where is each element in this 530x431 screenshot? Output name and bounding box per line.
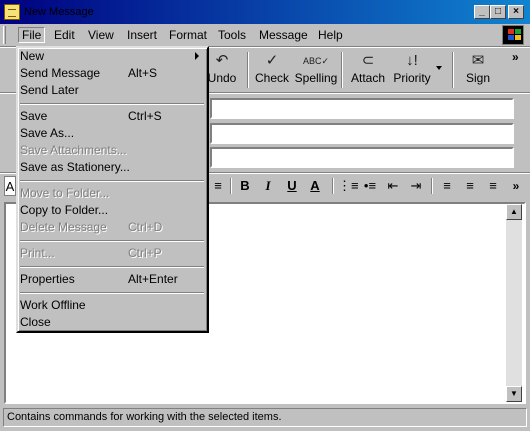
attach-button[interactable]: ⊂ Attach <box>346 51 390 89</box>
menu-separator <box>20 240 204 242</box>
menuitem-delete-message: Delete Message Ctrl+D <box>20 220 163 234</box>
toolbar-overflow-icon[interactable]: » <box>512 50 519 64</box>
align-left-icon[interactable]: ≡ <box>438 176 456 196</box>
subject-field[interactable] <box>210 147 514 168</box>
menuitem-save-as[interactable]: Save As... <box>20 125 190 142</box>
maximize-button[interactable]: □ <box>490 5 506 19</box>
submenu-arrow-icon <box>195 52 199 60</box>
format-separator <box>332 178 334 194</box>
menu-format[interactable]: Format <box>166 27 210 43</box>
spelling-button[interactable]: ABC✓ Spelling <box>294 51 338 89</box>
bold-button[interactable]: B <box>236 176 254 196</box>
menu-separator <box>20 292 204 294</box>
new-message-icon <box>4 4 20 20</box>
menu-edit[interactable]: Edit <box>51 27 78 43</box>
close-button[interactable]: × <box>508 5 524 19</box>
priority-icon: ↓! <box>406 52 418 69</box>
menuitem-save-attachments: Save Attachments... <box>20 143 127 157</box>
underline-button[interactable]: U <box>283 176 301 196</box>
priority-button[interactable]: ↓! Priority <box>390 51 434 89</box>
scroll-down-icon[interactable]: ▼ <box>506 386 522 402</box>
window-title: New Message <box>24 6 94 18</box>
paperclip-icon: ⊂ <box>361 52 375 69</box>
numbered-list-icon[interactable]: ⋮≡ <box>338 176 359 196</box>
font-color-button[interactable]: A <box>306 176 324 196</box>
menuitem-save-as-stationery[interactable]: Save as Stationery... <box>20 159 190 176</box>
minimize-button[interactable]: _ <box>474 5 490 19</box>
menu-separator <box>20 180 204 182</box>
menu-separator <box>20 103 204 105</box>
scroll-up-icon[interactable]: ▲ <box>506 204 522 220</box>
decrease-indent-icon[interactable]: ⇤ <box>384 176 402 196</box>
menu-help[interactable]: Help <box>315 27 346 43</box>
font-name-box[interactable]: A <box>4 176 16 196</box>
menuitem-print: Print... Ctrl+P <box>20 246 162 260</box>
menuitem-copy-to-folder[interactable]: Copy to Folder... <box>20 202 190 219</box>
menuitem-properties[interactable]: Properties Alt+Enter <box>20 271 190 288</box>
check-button[interactable]: ✓ Check <box>250 51 294 89</box>
cc-field[interactable] <box>210 123 514 144</box>
italic-button[interactable]: I <box>259 176 277 196</box>
menu-view[interactable]: View <box>85 27 117 43</box>
bullet-list-icon[interactable]: •≡ <box>361 176 379 196</box>
toolbar-separator <box>247 52 249 88</box>
menu-tools[interactable]: Tools <box>215 27 249 43</box>
vertical-scrollbar[interactable]: ▲ ▼ <box>506 204 522 402</box>
menuitem-send-message[interactable]: Send Message Alt+S <box>20 65 190 82</box>
format-separator <box>431 178 433 194</box>
menuitem-save[interactable]: Save Ctrl+S <box>20 108 190 125</box>
menubar-grip[interactable] <box>3 26 6 44</box>
menuitem-new[interactable]: New <box>20 48 190 65</box>
windows-logo-icon <box>502 25 524 45</box>
check-names-icon: ✓ <box>265 52 279 69</box>
menu-separator <box>20 266 204 268</box>
menuitem-work-offline[interactable]: Work Offline <box>20 297 190 314</box>
sign-envelope-icon: ✉ <box>471 52 485 69</box>
to-field[interactable] <box>210 98 514 119</box>
sign-button[interactable]: ✉ Sign <box>456 51 500 89</box>
priority-dropdown-icon[interactable] <box>436 66 442 70</box>
menuitem-move-to-folder: Move to Folder... <box>20 186 110 200</box>
align-center-icon[interactable]: ≡ <box>461 176 479 196</box>
align-right-icon[interactable]: ≡ <box>484 176 502 196</box>
increase-indent-icon[interactable]: ⇥ <box>407 176 425 196</box>
menuitem-close[interactable]: Close <box>20 314 190 331</box>
status-bar: Contains commands for working with the s… <box>3 408 527 427</box>
menu-insert[interactable]: Insert <box>124 27 160 43</box>
toolbar-separator <box>452 52 454 88</box>
spelling-icon: ABC✓ <box>302 56 330 66</box>
menu-file[interactable]: File <box>18 27 46 43</box>
menu-message[interactable]: Message <box>256 27 311 43</box>
format-separator <box>230 178 232 194</box>
align-dropdown-icon[interactable]: ≡ <box>210 176 226 196</box>
menuitem-send-later[interactable]: Send Later <box>20 82 190 99</box>
format-overflow-icon[interactable]: » <box>510 176 522 196</box>
toolbar-separator <box>341 52 343 88</box>
